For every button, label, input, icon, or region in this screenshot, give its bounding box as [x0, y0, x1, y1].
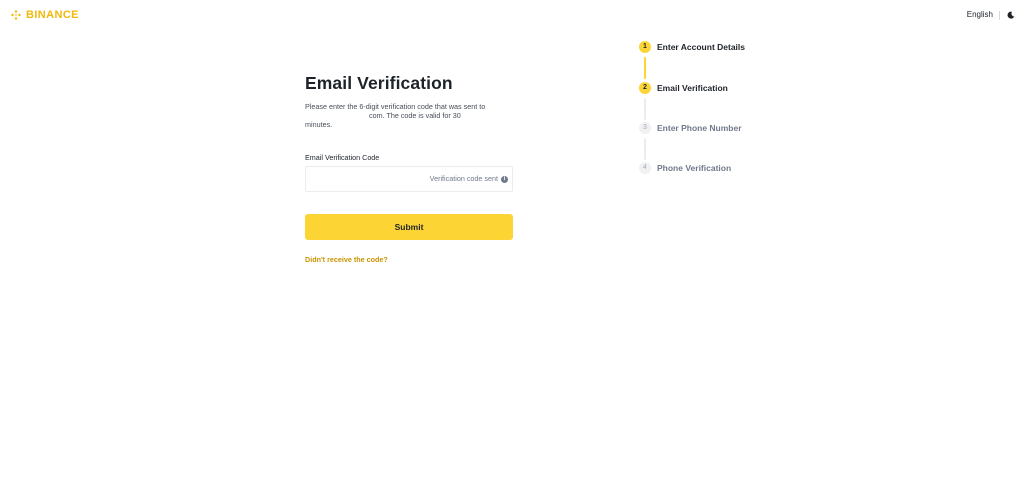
step-2-label: Email Verification	[657, 83, 728, 93]
brand-name: BINANCE	[26, 9, 79, 21]
resend-code-link[interactable]: Didn't receive the code?	[305, 255, 388, 265]
binance-logo[interactable]: BINANCE	[10, 9, 79, 21]
step-4-number: 4	[639, 162, 651, 174]
binance-logo-icon	[11, 10, 21, 20]
submit-button[interactable]: Submit	[305, 214, 513, 240]
step-2: 2 Email Verification	[639, 82, 728, 94]
description-line-3: minutes.	[305, 120, 333, 129]
info-icon[interactable]: i	[501, 175, 508, 183]
step-3-label: Enter Phone Number	[657, 123, 742, 133]
step-3: 3 Enter Phone Number	[639, 122, 742, 134]
email-code-label: Email Verification Code	[305, 153, 380, 162]
code-sent-text: Verification code sent	[429, 174, 498, 183]
description-line-2-text: com. The code is valid for 30	[369, 111, 461, 120]
step-connector-2	[644, 98, 646, 120]
step-connector-3	[644, 138, 646, 160]
moon-icon[interactable]	[1006, 10, 1016, 20]
step-1-label: Enter Account Details	[657, 42, 746, 52]
step-1: 1 Enter Account Details	[639, 41, 745, 53]
email-code-field[interactable]: Verification code sent i	[305, 166, 513, 192]
step-3-number: 3	[639, 122, 651, 134]
step-4: 4 Phone Verification	[639, 162, 731, 174]
step-1-number: 1	[639, 41, 651, 53]
step-4-label: Phone Verification	[657, 163, 732, 173]
header-actions: English	[967, 9, 1016, 21]
language-selector[interactable]: English	[967, 9, 993, 21]
description-line-2: com. The code is valid for 30	[305, 111, 505, 120]
step-2-number: 2	[639, 82, 651, 94]
description-line-1: Please enter the 6-digit verification co…	[305, 102, 486, 111]
code-sent-status: Verification code sent i	[430, 174, 508, 184]
redacted-email	[305, 113, 367, 119]
step-connector-1	[644, 57, 646, 79]
verification-description: Please enter the 6-digit verification co…	[305, 102, 505, 129]
header-divider	[999, 10, 1000, 20]
email-verification-form: Email Verification Please enter the 6-di…	[305, 72, 513, 267]
email-code-input[interactable]	[306, 167, 416, 191]
page-title: Email Verification	[305, 73, 453, 93]
